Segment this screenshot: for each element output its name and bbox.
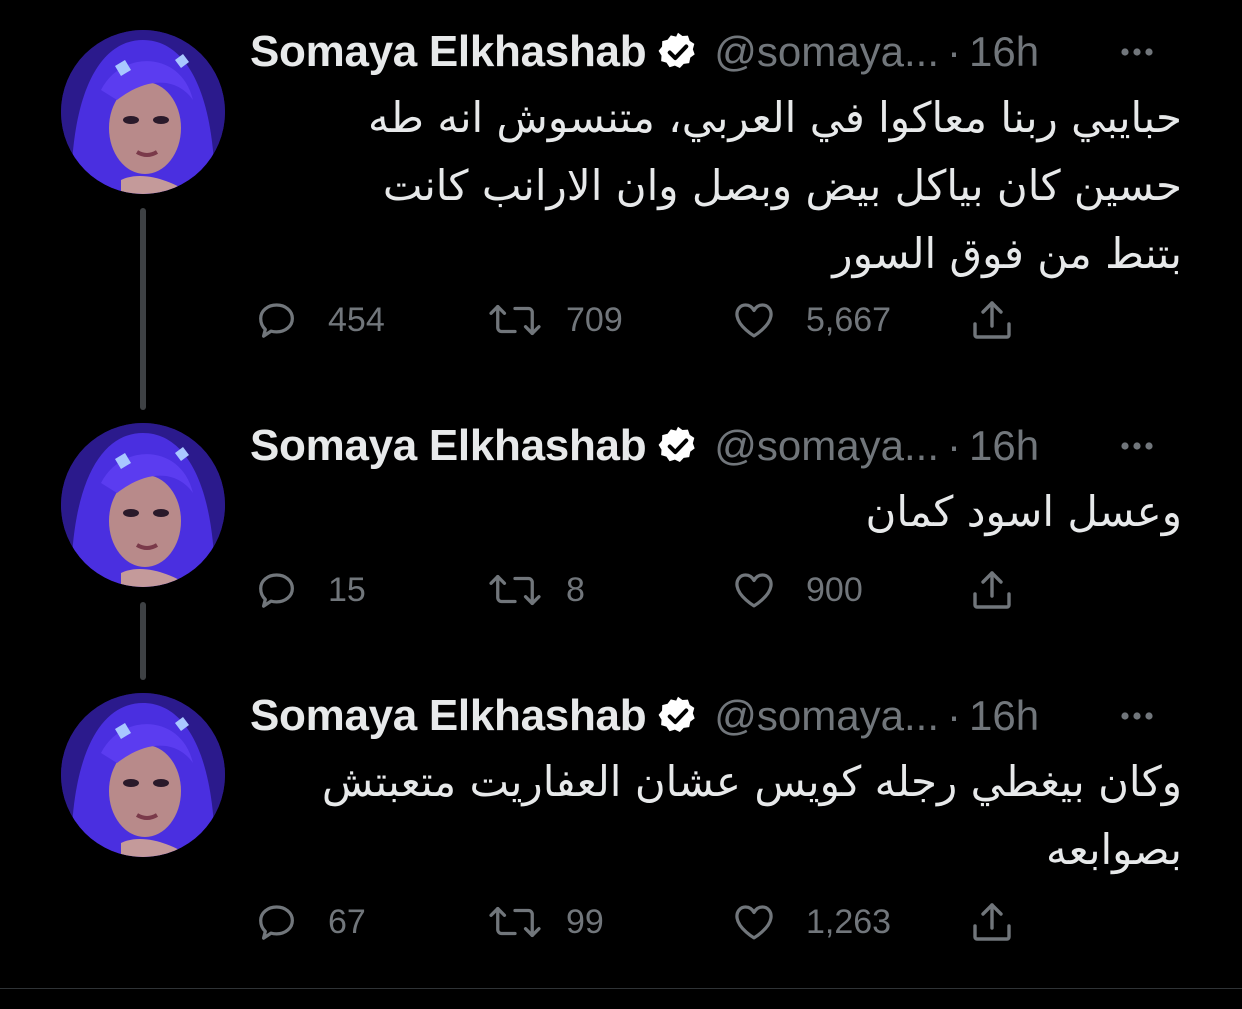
like-count: 900 [806,570,863,609]
timestamp[interactable]: 16h [969,692,1039,740]
more-icon[interactable] [1112,22,1162,82]
share-icon [973,903,1011,941]
tweet-text-line: حبايبي ربنا معاكوا في العربي، متنسوش انه… [368,93,1182,142]
timestamp[interactable]: 16h [969,422,1039,470]
retweet-icon [489,906,541,938]
tweet-text: وكان بيغطي رجله كويس عشان العفاريت متعبت… [250,748,1182,884]
verified-badge-icon [656,694,700,738]
retweet-count: 99 [566,902,604,941]
tweet-text-line: وعسل اسود كمان [865,487,1183,536]
retweet-button[interactable]: 8 [486,560,585,620]
like-count: 5,667 [806,300,892,339]
reply-icon [259,303,294,338]
timestamp[interactable]: 16h [969,28,1039,76]
tweet-actions: 15 8 900 [250,560,1050,620]
like-button[interactable]: 900 [730,560,863,620]
separator-dot: · [947,28,961,75]
profile-photo [61,423,225,587]
retweet-icon [489,304,541,336]
reply-icon [259,905,294,940]
share-button[interactable] [968,892,1016,952]
share-button[interactable] [968,290,1016,350]
retweet-button[interactable]: 709 [486,290,623,350]
author-handle[interactable]: @somaya... [714,692,939,740]
retweet-button[interactable]: 99 [486,892,604,952]
tweet-actions: 67 99 1,263 [250,892,1050,952]
tweet-header: Somaya Elkhashab @somaya... · 16h [250,22,1039,82]
retweet-count: 709 [566,300,623,339]
tweet-text-line: بصوابعه [1046,825,1182,874]
thread-connector-line [140,208,146,410]
reply-count: 67 [328,902,366,941]
tweet-actions: 454 709 5,667 [250,290,1050,350]
more-icon[interactable] [1112,686,1162,746]
share-icon [973,571,1011,609]
avatar[interactable] [61,693,225,857]
tweet-text: حبايبي ربنا معاكوا في العربي، متنسوش انه… [250,84,1182,288]
reply-button[interactable]: 15 [254,560,366,620]
divider [0,988,1242,989]
verified-badge-icon [656,30,700,74]
author-handle[interactable]: @somaya... [714,422,939,470]
reply-button[interactable]: 454 [254,290,385,350]
reply-icon [259,573,294,608]
separator-dot: · [947,692,961,739]
like-button[interactable]: 1,263 [730,892,891,952]
author-name[interactable]: Somaya Elkhashab [250,421,647,471]
avatar[interactable] [61,30,225,194]
profile-photo [61,693,225,857]
reply-count: 454 [328,300,385,339]
like-icon [735,303,773,338]
tweet-text-line: بتنط من فوق السور [832,229,1182,278]
avatar[interactable] [61,423,225,587]
tweet-text-line: حسين كان بياكل بيض وبصل وان الارانب كانت [382,161,1182,210]
more-icon[interactable] [1112,416,1162,476]
share-button[interactable] [968,560,1016,620]
retweet-count: 8 [566,570,585,609]
reply-button[interactable]: 67 [254,892,366,952]
tweet-header: Somaya Elkhashab @somaya... · 16h [250,416,1039,476]
tweet-text-line: وكان بيغطي رجله كويس عشان العفاريت متعبت… [321,757,1182,806]
thread-connector-line [140,602,146,680]
share-icon [973,301,1011,339]
like-icon [735,905,773,940]
retweet-icon [489,574,541,606]
verified-badge-icon [656,424,700,468]
reply-count: 15 [328,570,366,609]
author-name[interactable]: Somaya Elkhashab [250,27,647,77]
profile-photo [61,30,225,194]
tweet-text: وعسل اسود كمان [250,478,1183,546]
like-icon [735,573,773,608]
author-name[interactable]: Somaya Elkhashab [250,691,647,741]
like-count: 1,263 [806,902,892,941]
separator-dot: · [947,422,961,469]
author-handle[interactable]: @somaya... [714,28,939,76]
tweet-header: Somaya Elkhashab @somaya... · 16h [250,686,1039,746]
like-button[interactable]: 5,667 [730,290,891,350]
